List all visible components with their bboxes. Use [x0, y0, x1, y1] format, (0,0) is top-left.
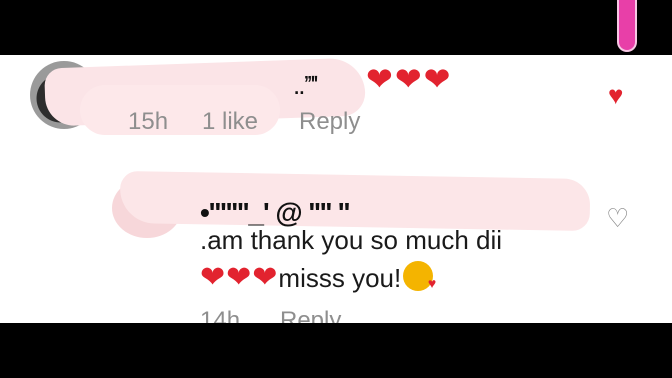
- username-fragment[interactable]: ..’’ʹʹ: [293, 70, 319, 101]
- top-black-bar: [0, 0, 672, 55]
- comments-panel: ..’’ʹʹ ❤❤❤ 15h 1 like Reply ♥ •ʹʹʹʹʹʹʹ_ʹ…: [0, 55, 672, 323]
- comment-text: misss you!: [278, 263, 402, 293]
- like-count[interactable]: 1 like: [202, 108, 258, 136]
- heart-outline-icon[interactable]: ♡: [606, 203, 629, 234]
- bottom-black-bar: [0, 323, 672, 378]
- comment-text-hearts: ❤❤❤: [366, 61, 453, 97]
- reply-button[interactable]: Reply: [280, 307, 341, 323]
- comment-time: 15h: [128, 108, 169, 135]
- redaction-mark: [119, 170, 591, 232]
- scroll-indicator: [617, 0, 637, 52]
- heart-filled-icon[interactable]: ♥: [608, 80, 623, 111]
- comment-hearts: ❤❤❤: [200, 261, 279, 294]
- comment-time: 14h: [200, 307, 241, 323]
- comment-text-line: ❤❤❤misss you!: [200, 260, 436, 295]
- kissing-face-icon: [403, 261, 436, 291]
- reply-button[interactable]: Reply: [299, 108, 360, 136]
- comment-text-line: .am thank you so much dii: [200, 225, 503, 255]
